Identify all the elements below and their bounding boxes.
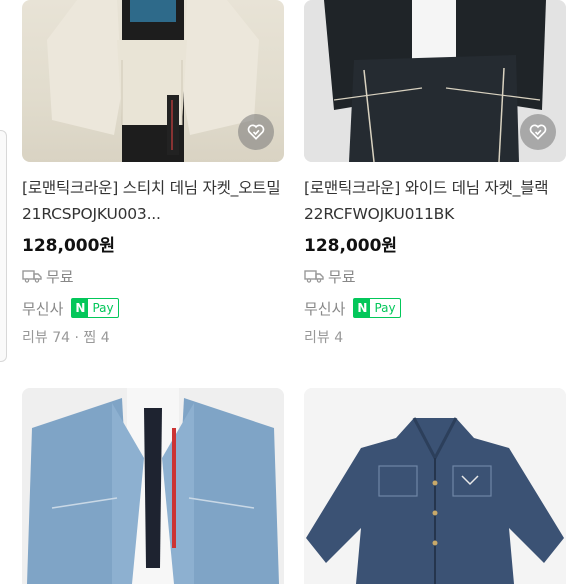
- light-denim-jacket-photo: [22, 388, 284, 584]
- wishlist-button[interactable]: [520, 114, 556, 150]
- seller-row: 무신사 N Pay: [304, 297, 566, 319]
- shipping-label: 무료: [46, 267, 74, 286]
- wishlist-button[interactable]: [238, 114, 274, 150]
- delivery-truck-icon: [22, 270, 42, 283]
- wishlist-heart-icon: [529, 124, 547, 140]
- seller-name[interactable]: 무신사: [304, 298, 345, 319]
- seller-name[interactable]: 무신사: [22, 298, 63, 319]
- product-image[interactable]: [304, 388, 566, 584]
- product-title[interactable]: [로맨틱크라운] 스티치 데님 자켓_오트밀 21RCSPOJKU003...: [22, 175, 284, 227]
- shipping-info: 무료: [304, 265, 566, 287]
- dark-denim-jacket-photo: [304, 388, 566, 584]
- npay-badge: N Pay: [353, 298, 401, 318]
- product-image[interactable]: [304, 0, 566, 162]
- product-image[interactable]: [22, 388, 284, 584]
- product-price: 128,000원: [304, 236, 398, 256]
- review-wish-count: 리뷰 74 · 찜 4: [22, 330, 110, 346]
- shipping-info: 무료: [22, 265, 284, 287]
- seller-row: 무신사 N Pay: [22, 297, 284, 319]
- product-card-1[interactable]: [로맨틱크라운] 스티치 데님 자켓_오트밀 21RCSPOJKU003... …: [22, 0, 284, 347]
- side-scroll-indicator: [0, 130, 7, 362]
- product-card-3[interactable]: [22, 388, 284, 584]
- product-card-2[interactable]: [로맨틱크라운] 와이드 데님 자켓_블랙 22RCFWOJKU011BK 12…: [304, 0, 566, 347]
- product-price: 128,000원: [22, 236, 116, 256]
- delivery-truck-icon: [304, 270, 324, 283]
- product-image[interactable]: [22, 0, 284, 162]
- npay-badge: N Pay: [71, 298, 119, 318]
- product-title[interactable]: [로맨틱크라운] 와이드 데님 자켓_블랙 22RCFWOJKU011BK: [304, 175, 566, 227]
- product-card-4[interactable]: [304, 388, 566, 584]
- wishlist-heart-icon: [247, 124, 265, 140]
- review-wish-count: 리뷰 4: [304, 330, 344, 346]
- shipping-label: 무료: [328, 267, 356, 286]
